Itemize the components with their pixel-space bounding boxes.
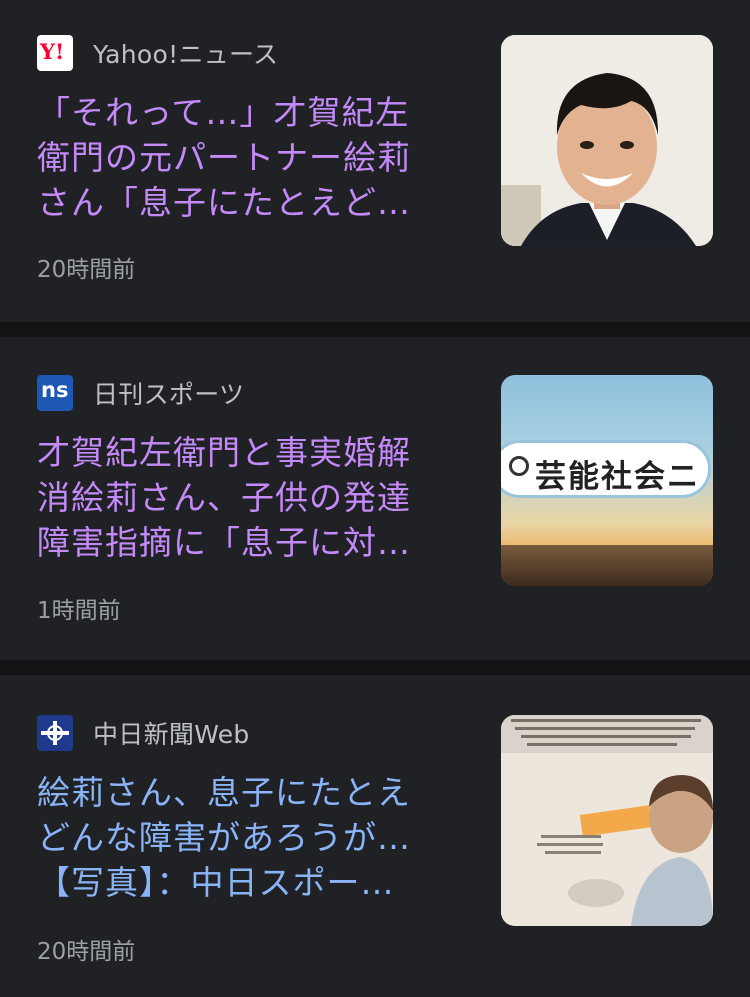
card-divider — [0, 322, 750, 337]
timestamp: 20時間前 — [37, 257, 136, 283]
search-banner-image-icon[interactable]: 芸能社会ニ — [501, 375, 713, 586]
source-name: 中日新聞Web — [93, 720, 250, 749]
yahoo-logo-icon: Y! — [37, 35, 73, 71]
headline-line: どんな障害があろうが… — [37, 818, 411, 857]
news-card[interactable]: Y! Yahoo!ニュース 「それって…」才賀紀左 衛門の元パートナー絵莉 さん… — [0, 0, 750, 322]
portrait-photo-icon[interactable] — [501, 35, 713, 246]
news-source: 中日新聞Web — [37, 715, 250, 751]
search-icon — [509, 456, 529, 476]
thumbnail-caption: 芸能社会ニ — [535, 459, 700, 495]
news-source: Y! Yahoo!ニュース — [37, 35, 278, 71]
source-name: Yahoo!ニュース — [93, 40, 279, 69]
news-headline-link[interactable]: 才賀紀左衛門と事実婚解 消絵莉さん、子供の発達 障害指摘に「息子に対… — [37, 430, 452, 565]
news-headline-link[interactable]: 「それって…」才賀紀左 衛門の元パートナー絵莉 さん「息子にたとえど… — [37, 90, 452, 225]
news-card[interactable]: ns 日刊スポーツ 才賀紀左衛門と事実婚解 消絵莉さん、子供の発達 障害指摘に「… — [0, 337, 750, 660]
headline-line: 消絵莉さん、子供の発達 — [37, 478, 411, 517]
headline-line: 【写真】：中日スポー… — [37, 863, 395, 902]
headline-line: 絵莉さん、息子にたとえ — [37, 773, 411, 812]
headline-line: 衛門の元パートナー絵莉 — [37, 138, 411, 177]
headline-line: 才賀紀左衛門と事実婚解 — [37, 433, 411, 472]
headline-line: 障害指摘に「息子に対… — [37, 523, 411, 562]
headline-line: さん「息子にたとえど… — [37, 183, 411, 222]
card-divider — [0, 660, 750, 675]
headline-line: 「それって…」才賀紀左 — [37, 93, 410, 132]
timestamp: 20時間前 — [37, 939, 136, 965]
news-source: ns 日刊スポーツ — [37, 375, 244, 411]
source-name: 日刊スポーツ — [93, 380, 245, 409]
baby-photo-icon[interactable] — [501, 715, 713, 926]
chunichi-logo-icon — [37, 715, 73, 751]
news-card[interactable]: 中日新聞Web 絵莉さん、息子にたとえ どんな障害があろうが… 【写真】：中日ス… — [0, 675, 750, 997]
timestamp: 1時間前 — [37, 598, 121, 624]
news-headline-link[interactable]: 絵莉さん、息子にたとえ どんな障害があろうが… 【写真】：中日スポー… — [37, 770, 452, 905]
nikkan-sports-logo-icon: ns — [37, 375, 73, 411]
